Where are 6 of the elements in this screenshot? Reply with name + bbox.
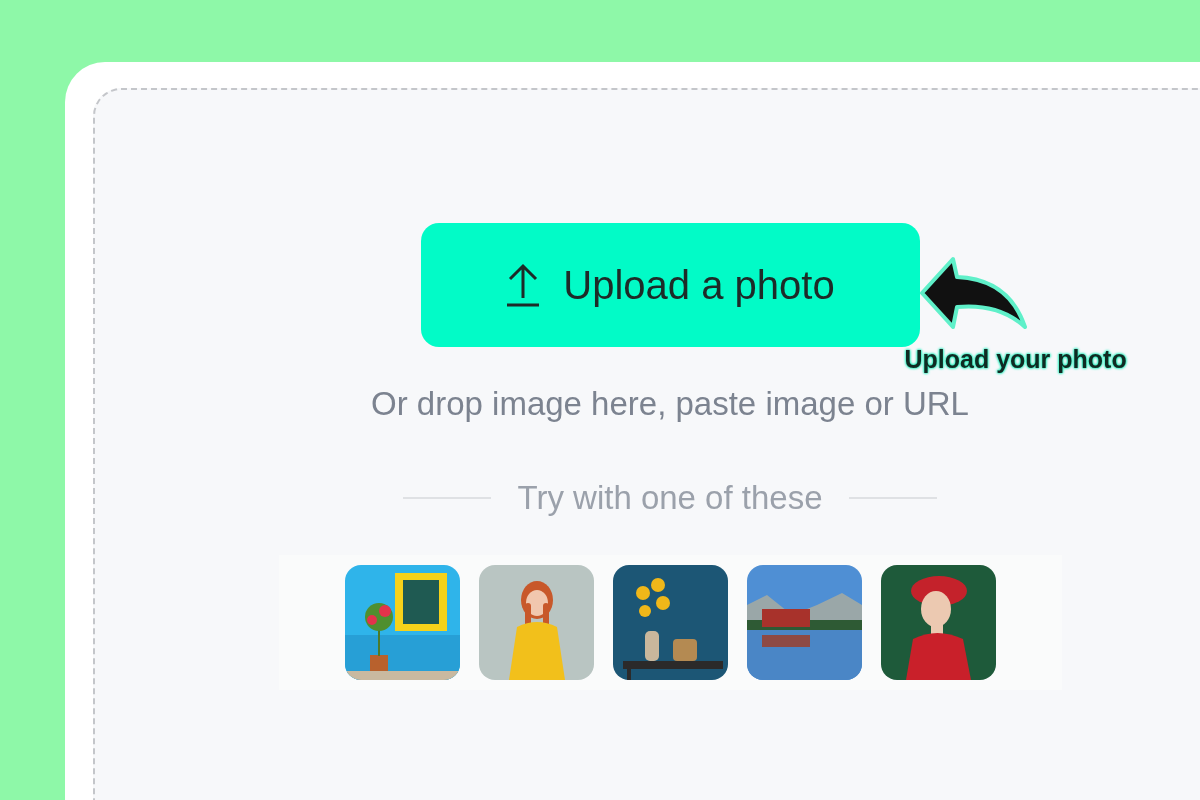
upload-icon [505, 262, 542, 308]
annotation-label: Upload your photo [904, 345, 1127, 374]
upload-button[interactable]: Upload a photo [420, 223, 920, 347]
drop-zone[interactable]: Upload a photo Upload your photo Or drop image here, paste image or URL Try with one of these [93, 88, 1200, 800]
samples-heading: Try with one of these [517, 479, 823, 517]
drop-hint: Or drop image here, paste image or URL [371, 385, 969, 423]
